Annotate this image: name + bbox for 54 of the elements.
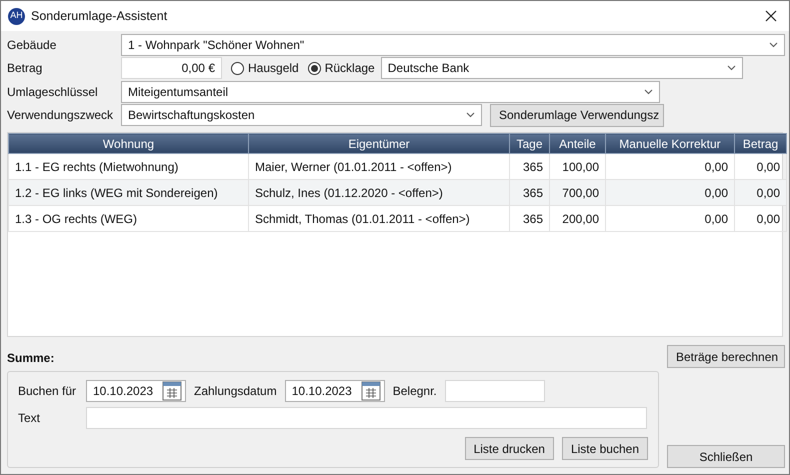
date-field[interactable]: 10.10.2023 — [86, 380, 186, 402]
app-logo: AH — [8, 8, 25, 24]
calendar-icon[interactable] — [161, 380, 183, 402]
table-cell: 1.2 - EG links (WEG mit Sondereigen) — [8, 180, 248, 206]
table-cell: 700,00 — [550, 180, 606, 206]
column-header[interactable]: Wohnung — [8, 134, 248, 154]
receipt-number-field[interactable] — [444, 380, 545, 402]
table-cell: 200,00 — [550, 206, 606, 232]
dropdown[interactable]: Bewirtschaftungskosten — [121, 104, 482, 126]
table-cell: 365 — [510, 206, 550, 232]
date-field[interactable]: 10.10.2023 — [284, 380, 385, 402]
dropdown[interactable]: Miteigentumsanteil — [121, 80, 660, 103]
column-header[interactable]: Betrag — [734, 134, 786, 154]
calendar-icon[interactable] — [360, 380, 382, 402]
column-header[interactable]: Tage — [510, 134, 550, 154]
radio-label: Rücklage — [324, 60, 375, 78]
table-cell: 1.3 - OG rechts (WEG) — [8, 206, 248, 232]
text-field[interactable] — [86, 406, 647, 428]
close-icon — [765, 10, 777, 22]
chevron-down-icon — [644, 88, 653, 95]
radio-button[interactable] — [308, 62, 321, 75]
field-label: Zahlungsdatum — [194, 382, 277, 400]
table-cell: 0,00 — [734, 206, 786, 232]
field-label: Belegnr. — [392, 382, 437, 400]
table-cell: 365 — [510, 180, 550, 206]
dropdown[interactable]: 1 - Wohnpark "Schöner Wohnen" — [121, 34, 785, 56]
table-cell: Schulz, Ines (01.12.2020 - <offen>) — [248, 180, 510, 206]
window-title: Sonderumlage-Assistent — [31, 8, 168, 25]
field-label: Gebäude — [7, 36, 58, 54]
list-button[interactable]: Liste buchen — [562, 437, 648, 460]
column-header[interactable]: Anteile — [550, 134, 606, 154]
purpose-button[interactable]: Sonderumlage Verwendungsz — [490, 104, 664, 127]
table-cell: 0,00 — [606, 180, 734, 206]
calculate-button[interactable]: Beträge berechnen — [667, 345, 785, 368]
column-header[interactable]: Eigentümer — [248, 134, 510, 154]
column-header[interactable]: Manuelle Korrektur — [606, 134, 734, 154]
dropdown[interactable]: Deutsche Bank — [380, 57, 743, 80]
field-label: Umlageschlüssel — [7, 84, 99, 101]
field-label: Buchen für — [18, 382, 78, 400]
radio-label: Hausgeld — [248, 60, 299, 78]
field-label: Text — [18, 410, 42, 426]
table-cell: 0,00 — [606, 206, 734, 232]
chevron-down-icon — [726, 65, 736, 72]
close-dialog-button[interactable]: Schließen — [667, 445, 785, 468]
table-cell: 0,00 — [734, 180, 786, 206]
chevron-down-icon — [466, 112, 475, 118]
field-label: Verwendungszweck — [7, 107, 114, 124]
amount-field[interactable]: 0,00 € — [121, 57, 222, 80]
sum-label: Summe: — [7, 350, 56, 367]
chevron-down-icon — [769, 42, 778, 48]
radio-button[interactable] — [231, 62, 244, 75]
field-label: Betrag — [7, 60, 44, 78]
table-cell: Schmidt, Thomas (01.01.2011 - <offen>) — [248, 206, 510, 232]
list-button[interactable]: Liste drucken — [464, 437, 554, 460]
